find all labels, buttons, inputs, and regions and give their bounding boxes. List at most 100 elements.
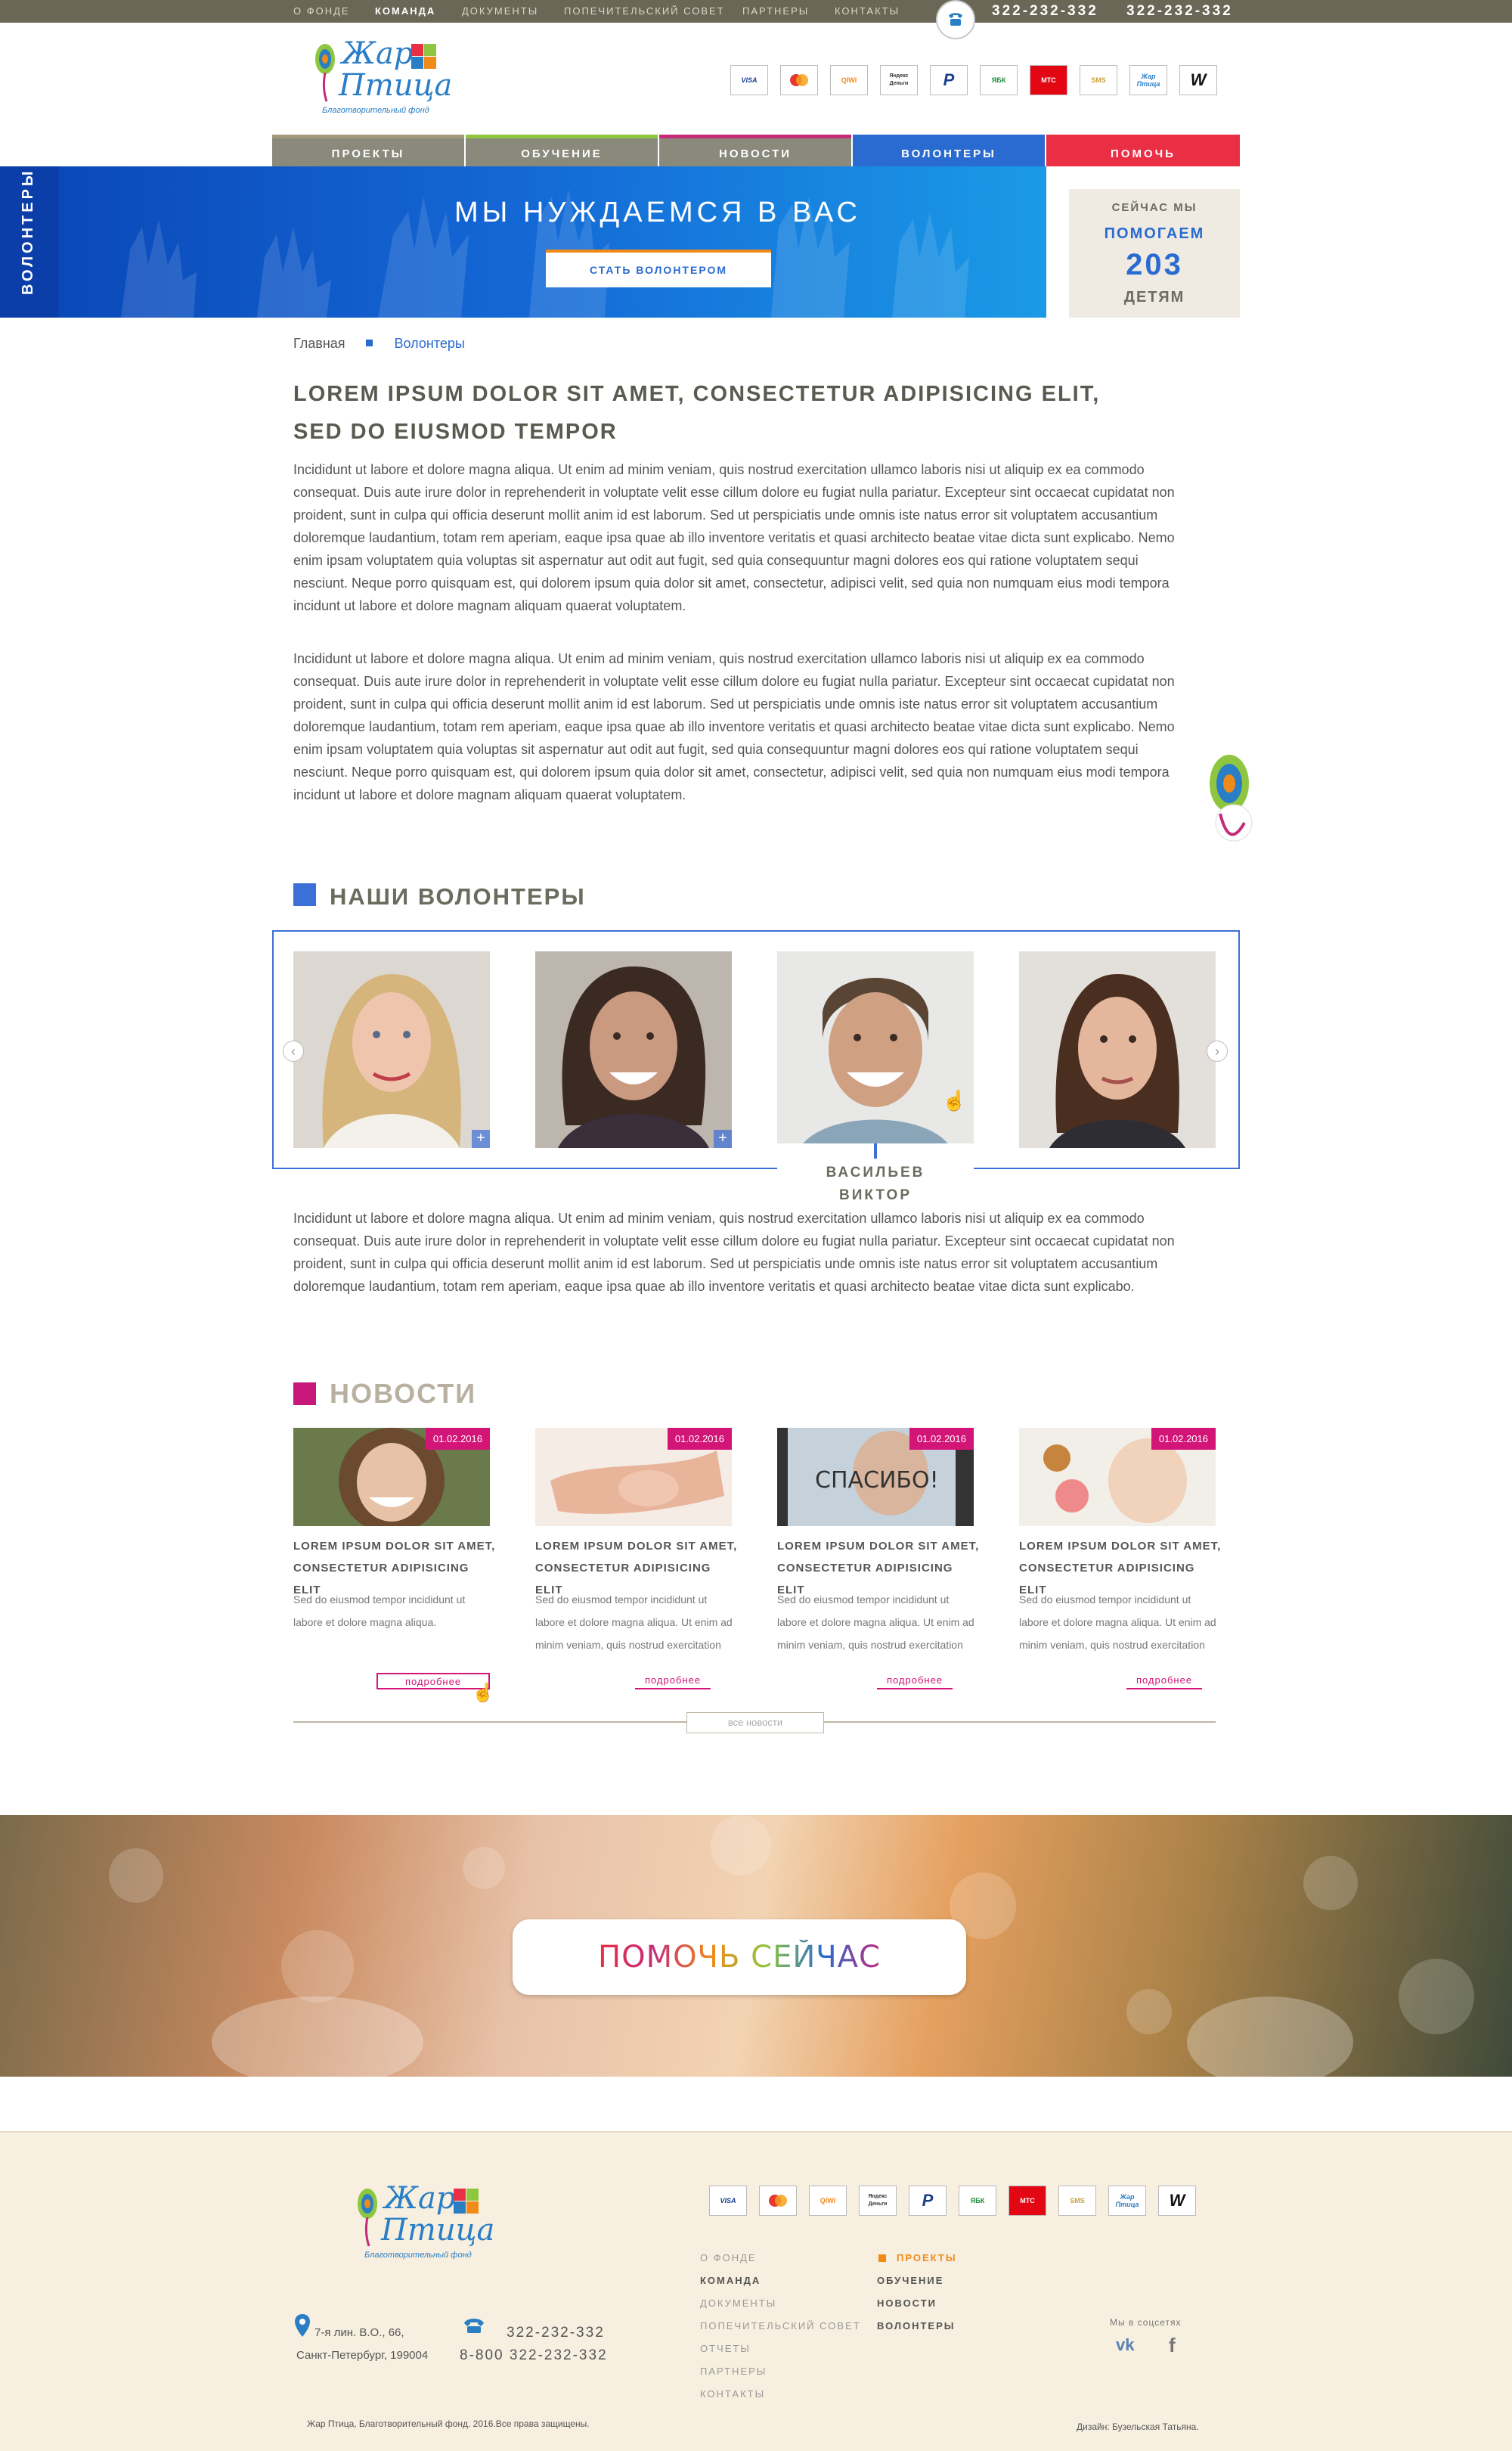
hotline-phone-icon[interactable] [936,0,975,39]
footer: Жар Птица Благотворительный фонд VISA QI… [0,2131,1512,2451]
topnav-team[interactable]: КОМАНДА [375,0,435,23]
hero-side-label: ВОЛОНТЕРЫ [20,168,36,295]
help-now-label: ПОМОЧЬ СЕЙЧАС [598,1940,881,1975]
news-4-more-button[interactable]: подробнее [1126,1673,1202,1689]
news-image-3[interactable]: СПАСИБО! 01.02.2016 [777,1428,974,1526]
volunteer-2-plus-icon[interactable]: + [714,1130,732,1148]
news-2-text: Sed do eiusmod tempor incididunt ut labo… [535,1593,733,1651]
footer-copyright: Жар Птица, Благотворительный фонд. 2016.… [307,2418,590,2429]
news-2-date: 01.02.2016 [667,1428,732,1450]
footer-link-board[interactable]: ПОПЕЧИТЕЛЬСКИЙ СОВЕТ [700,2320,861,2332]
topnav-board[interactable]: ПОПЕЧИТЕЛЬСКИЙ СОВЕТ [564,0,725,23]
topnav-contacts[interactable]: КОНТАКТЫ [835,0,900,23]
footer-logo-line1: Жар [384,2181,456,2216]
feather-icon [315,44,335,102]
floating-help-feather-icon[interactable] [1199,753,1259,855]
volunteer-photo-3-selected[interactable]: ☝ [777,951,974,1148]
carousel-prev-arrow-icon[interactable]: ‹ [283,1041,304,1062]
footer-phone-1[interactable]: 322-232-332 [507,2325,605,2341]
footer-address-line1: 7-я лин. В.О., 66, [314,2326,404,2339]
news-1-text: Sed do eiusmod tempor incididunt ut labo… [293,1593,466,1628]
footer-maestro-icon [759,2186,797,2216]
footer-puzzle-icon [454,2189,479,2214]
logo[interactable]: Жар Птица Благотворительный фонд [311,36,455,119]
stats-line2: ПОМОГАЕМ [1104,225,1205,242]
breadcrumb-separator-icon [365,340,373,346]
news-3-more-button[interactable]: подробнее [877,1673,953,1689]
top-phone-1[interactable]: 322-232-332 [992,0,1098,23]
nav-projects[interactable]: ПРОЕКТЫ [272,135,464,166]
news-image-1[interactable]: 01.02.2016 [293,1428,490,1526]
volunteer-photo-4[interactable] [1019,951,1216,1148]
footer-link-news[interactable]: НОВОСТИ [877,2297,937,2309]
footer-logo[interactable]: Жар Птица Благотворительный фонд [354,2181,497,2264]
volunteer-photo-2[interactable]: + [535,951,732,1148]
breadcrumb-home[interactable]: Главная [293,336,345,351]
all-news-button[interactable]: все новости [686,1712,824,1733]
volunteers-paragraph: Incididunt ut labore et dolore magna ali… [293,1211,1175,1294]
footer-link-projects[interactable]: ПРОЕКТЫ [897,2252,957,2263]
volunteer-name-line2: ВИКТОР [838,1187,912,1203]
footer-visa-icon: VISA [709,2186,747,2216]
news-4-text: Sed do eiusmod tempor incididunt ut labo… [1019,1593,1216,1651]
footer-phone-icon [464,2319,484,2333]
footer-yandex-money-icon: Яндекс Деньги [859,2186,897,2216]
footer-logo-subtitle: Благотворительный фонд [364,2251,472,2260]
news-2-more-button[interactable]: подробнее [635,1673,711,1689]
footer-active-square-icon [878,2254,886,2262]
breadcrumb: Главная Волонтеры [293,336,465,352]
stats-number: 203 [1126,248,1183,281]
breadcrumb-current: Волонтеры [394,336,465,351]
footer-link-about[interactable]: О ФОНДЕ [700,2252,757,2263]
topnav-documents[interactable]: ДОКУМЕНТЫ [462,0,538,23]
nav-volunteers[interactable]: ВОЛОНТЕРЫ [853,135,1045,166]
help-banner: ПОМОЧЬ СЕЙЧАС [0,1815,1512,2077]
footer-designer-credit: Дизайн: Бузельская Татьяна. [1077,2422,1199,2432]
footer-link-team[interactable]: КОМАНДА [700,2275,761,2286]
footer-logo-line2: Птица [381,2213,495,2248]
top-phone-2[interactable]: 322-232-332 [1126,0,1233,23]
topnav-about[interactable]: О ФОНДЕ [293,0,350,23]
news-image-2[interactable]: 01.02.2016 [535,1428,732,1526]
nav-education[interactable]: ОБУЧЕНИЕ [466,135,658,166]
footer-link-volunteers[interactable]: ВОЛОНТЕРЫ [877,2320,955,2332]
news-1-date: 01.02.2016 [425,1428,490,1450]
footer-bank-icon: ЯБК [959,2186,996,2216]
volunteer-photo-1[interactable]: + [293,951,490,1148]
nav-news[interactable]: НОВОСТИ [659,135,851,166]
topnav-partners[interactable]: ПАРТНЕРЫ [742,0,809,23]
volunteer-1-plus-icon[interactable]: + [472,1130,490,1148]
become-volunteer-button[interactable]: СТАТЬ ВОЛОНТЕРОМ [546,250,771,287]
facebook-icon[interactable]: f [1169,2334,1176,2357]
selected-volunteer-caption: ВАСИЛЬЕВ ВИКТОР [777,1143,974,1212]
logo-line1: Жар [342,36,414,71]
footer-link-reports[interactable]: ОТЧЕТЫ [700,2343,751,2354]
vk-icon[interactable]: vk [1116,2335,1134,2355]
maestro-icon [780,65,818,95]
mts-icon: МТС [1030,65,1067,95]
article-paragraph-2: Incididunt ut labore et dolore magna ali… [293,651,1175,802]
footer-webmoney-icon: W [1158,2186,1196,2216]
help-now-button[interactable]: ПОМОЧЬ СЕЙЧАС [513,1919,966,1995]
raised-hands-image [121,189,969,318]
hero-side-panel: ВОЛОНТЕРЫ [0,166,59,318]
logo-subtitle: Благотворительный фонд [322,106,429,115]
bank-icon: ЯБК [980,65,1018,95]
footer-mts-icon: МТС [1009,2186,1046,2216]
stats-box: СЕЙЧАС МЫ ПОМОГАЕМ 203 ДЕТЯМ [1069,189,1240,318]
article-title-line2: SED DO EIUSMOD TEMPOR [293,420,618,444]
news-image-4[interactable]: 01.02.2016 [1019,1428,1216,1526]
nav-help[interactable]: ПОМОЧЬ [1046,135,1240,166]
footer-link-partners[interactable]: ПАРТНЕРЫ [700,2366,767,2377]
footer-phone-2[interactable]: 8-800 322-232-332 [460,2347,608,2364]
footer-link-documents[interactable]: ДОКУМЕНТЫ [700,2297,776,2309]
stats-line3: ДЕТЯМ [1123,289,1185,306]
footer-feather-icon [358,2189,377,2247]
footer-qiwi-icon: QIWI [809,2186,847,2216]
article-title: LOREM IPSUM DOLOR SIT AMET, CONSECTETUR … [293,375,1100,451]
footer-link-education[interactable]: ОБУЧЕНИЕ [877,2275,943,2286]
news-heading-square-icon [293,1382,316,1405]
footer-link-contacts[interactable]: КОНТАКТЫ [700,2388,765,2400]
sms-icon: SMS [1080,65,1117,95]
carousel-next-arrow-icon[interactable]: › [1207,1041,1228,1062]
